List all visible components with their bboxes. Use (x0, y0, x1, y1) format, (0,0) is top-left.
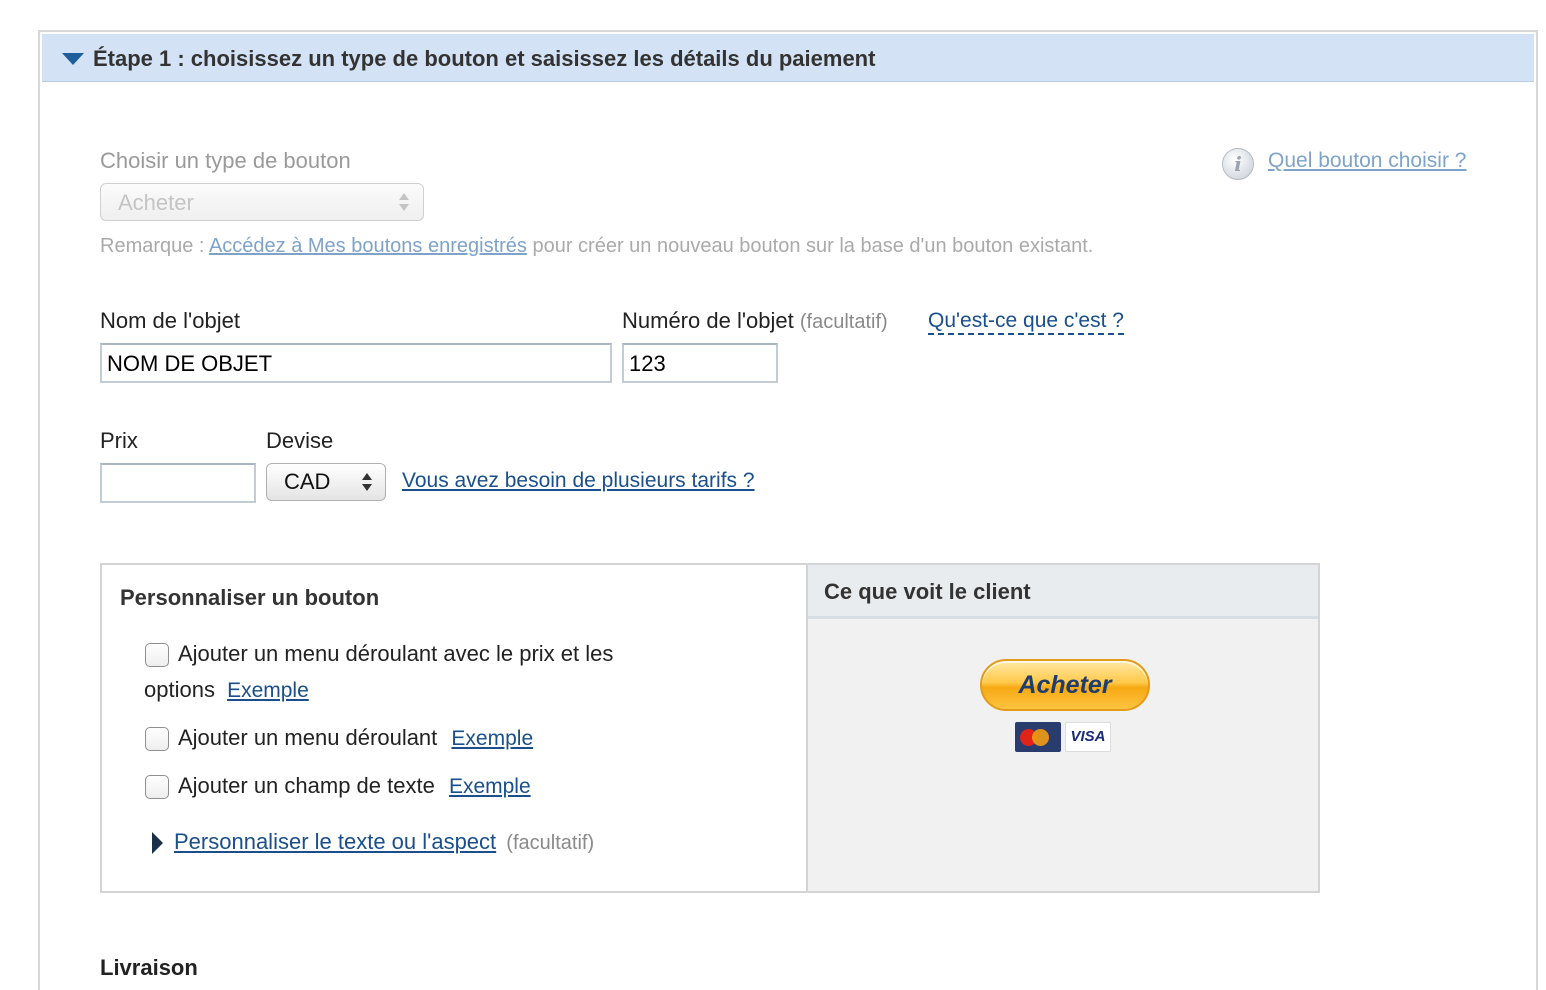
button-type-value: Acheter (118, 190, 194, 215)
step-header[interactable]: Étape 1 : choisissez un type de bouton e… (42, 34, 1534, 82)
option-label-dropdown: Ajouter un menu déroulant (178, 725, 438, 750)
option-checkbox-price-dropdown[interactable] (145, 643, 169, 667)
button-type-select: Acheter (100, 183, 424, 221)
appearance-optional: (facultatif) (506, 832, 595, 854)
item-number-label: Numéro de l'objet (622, 308, 794, 333)
select-arrows-icon (399, 193, 409, 213)
preview-title: Ce que voit le client (824, 579, 1031, 604)
item-number-help-link[interactable]: Qu'est-ce que c'est ? (928, 309, 1124, 335)
expand-arrow-icon[interactable] (152, 832, 163, 854)
shipping-section-title: Livraison (100, 955, 198, 980)
remark-text: Remarque : Accédez à Mes boutons enregis… (100, 235, 1093, 258)
item-number-label-group: Numéro de l'objet (facultatif) (622, 308, 888, 334)
customer-preview-panel: Ce que voit le client Acheter VISA (806, 565, 1318, 891)
example-link-text-field[interactable]: Exemple (449, 775, 531, 798)
option-checkbox-text-field[interactable] (145, 775, 169, 799)
step-title: Étape 1 : choisissez un type de bouton e… (93, 46, 876, 71)
currency-label: Devise (266, 428, 334, 453)
visa-icon: VISA (1065, 722, 1111, 752)
mastercard-icon (1015, 722, 1061, 752)
item-name-input[interactable]: NOM DE OBJET (100, 343, 612, 383)
remark-prefix: Remarque : (100, 235, 209, 257)
customize-appearance-link[interactable]: Personnaliser le texte ou l'aspect (174, 829, 496, 854)
price-label: Prix (100, 428, 138, 453)
preview-header: Ce que voit le client (808, 565, 1318, 619)
collapse-arrow-icon[interactable] (62, 53, 84, 65)
which-button-help-link[interactable]: Quel bouton choisir ? (1268, 149, 1466, 173)
item-name-label: Nom de l'objet (100, 308, 240, 333)
select-arrows-icon (362, 473, 372, 493)
saved-buttons-link[interactable]: Accédez à Mes boutons enregistrés (209, 235, 527, 257)
item-number-input[interactable]: 123 (622, 343, 778, 383)
currency-value: CAD (284, 469, 331, 494)
remark-suffix: pour créer un nouveau bouton sur la base… (526, 235, 1094, 257)
option-label-price-dropdown: Ajouter un menu déroulant avec le prix e… (178, 641, 614, 666)
option-label-dropdown-row: Ajouter un menu déroulant Exemple (178, 725, 533, 751)
customize-panel: Personnaliser un bouton Ajouter un menu … (102, 565, 806, 891)
preview-buy-button: Acheter (980, 659, 1150, 711)
customize-title: Personnaliser un bouton (120, 585, 380, 610)
multiple-prices-link[interactable]: Vous avez besoin de plusieurs tarifs ? (402, 469, 755, 493)
currency-select[interactable]: CAD (266, 463, 386, 501)
option-checkbox-dropdown[interactable] (145, 727, 169, 751)
customize-box: Personnaliser un bouton Ajouter un menu … (100, 563, 1320, 893)
option-label-text-field: Ajouter un champ de texte (178, 773, 435, 798)
example-link-dropdown[interactable]: Exemple (451, 727, 533, 750)
info-icon: i (1222, 148, 1254, 180)
example-link-price-dropdown[interactable]: Exemple (227, 679, 309, 702)
item-number-optional: (facultatif) (799, 311, 888, 333)
option-label-price-dropdown-line2: options Exemple (144, 677, 309, 703)
button-type-label: Choisir un type de bouton (100, 148, 351, 173)
option-label-text-field-row: Ajouter un champ de texte Exemple (178, 773, 531, 799)
appearance-row: Personnaliser le texte ou l'aspect (facu… (174, 829, 594, 855)
price-input[interactable] (100, 463, 256, 503)
option-label-continuation: options (144, 677, 215, 702)
